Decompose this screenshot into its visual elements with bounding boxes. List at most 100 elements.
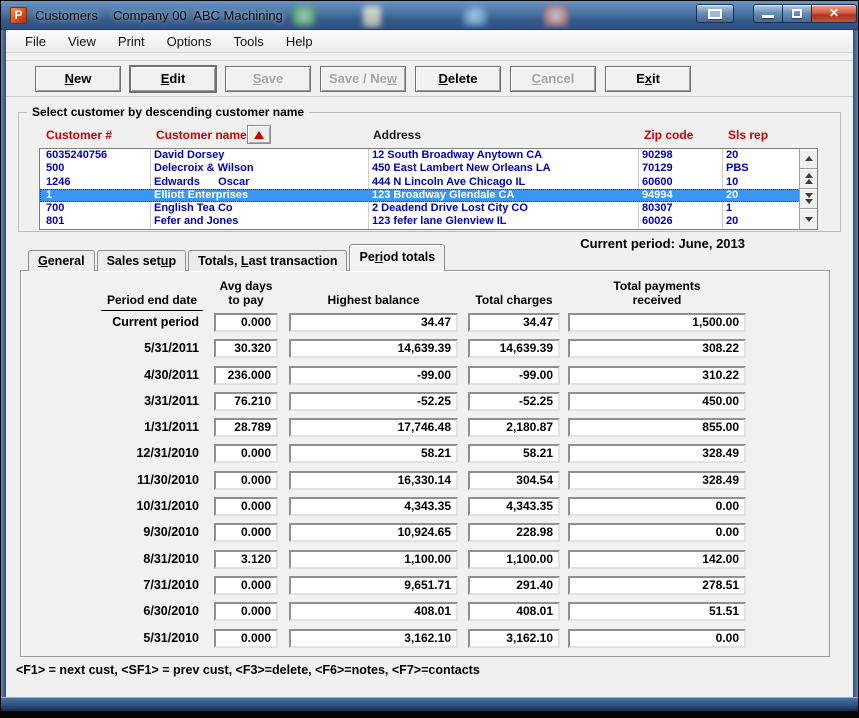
table-row[interactable]: 700English Tea Co 2 Deadend Drive Lost C… — [40, 202, 800, 215]
period-row: 3/31/2011 76.210 -52.25 -52.25 450.00 — [21, 392, 831, 418]
highest-balance-field[interactable]: 408.01 — [289, 602, 458, 621]
column-header-sls-rep[interactable]: Sls rep — [728, 128, 768, 142]
highest-balance-field[interactable]: 14,639.39 — [289, 339, 458, 358]
avg-days-field[interactable]: 0.000 — [214, 497, 278, 516]
total-payments-field[interactable]: 310.22 — [568, 366, 746, 385]
total-charges-field[interactable]: 34.47 — [468, 313, 560, 332]
total-charges-field[interactable]: 304.54 — [468, 471, 560, 490]
avg-days-field[interactable]: 0.000 — [214, 444, 278, 463]
avg-days-field[interactable]: 0.000 — [214, 471, 278, 490]
highest-balance-field[interactable]: 34.47 — [289, 313, 458, 332]
minimize-button[interactable] — [753, 4, 783, 23]
total-payments-field[interactable]: 328.49 — [568, 444, 746, 463]
period-end-date: 3/31/2011 — [21, 392, 199, 411]
highest-balance-field[interactable]: 16,330.14 — [289, 471, 458, 490]
menu-bar: File View Print Options Tools Help — [6, 30, 853, 53]
total-payments-field[interactable]: 142.00 — [568, 550, 746, 569]
header-total-charges: Total charges — [454, 293, 574, 307]
highest-balance-field[interactable]: -52.25 — [289, 392, 458, 411]
double-down-arrow-icon — [805, 193, 813, 198]
scroll-down-button[interactable] — [800, 209, 817, 229]
menu-help[interactable]: Help — [275, 31, 324, 52]
scroll-page-down-button[interactable] — [800, 189, 817, 209]
tab-general[interactable]: General — [28, 250, 95, 271]
avg-days-field[interactable]: 76.210 — [214, 392, 278, 411]
edit-button[interactable]: Edit — [130, 66, 216, 92]
highest-balance-field[interactable]: 9,651.71 — [289, 576, 458, 595]
table-row[interactable]: 500Delecroix & Wilson 450 East Lambert N… — [40, 162, 800, 175]
highest-balance-field[interactable]: -99.00 — [289, 366, 458, 385]
scroll-up-button[interactable] — [800, 149, 817, 169]
tab-period-totals[interactable]: Period totals — [349, 244, 445, 271]
highest-balance-field[interactable]: 4,343.35 — [289, 497, 458, 516]
total-charges-field[interactable]: 228.98 — [468, 523, 560, 542]
total-payments-field[interactable]: 308.22 — [568, 339, 746, 358]
column-header-customer-number[interactable]: Customer # — [46, 128, 112, 142]
avg-days-field[interactable]: 0.000 — [214, 313, 278, 332]
table-row-selected[interactable]: 1Elliott Enterprises 123 Broadway Glenda… — [40, 189, 800, 202]
column-header-customer-name[interactable]: Customer name — [156, 128, 247, 142]
customer-table: 6035240756David Dorsey 12 South Broadway… — [39, 148, 818, 230]
avg-days-field[interactable]: 3.120 — [214, 550, 278, 569]
menu-view[interactable]: View — [57, 31, 107, 52]
save-new-button[interactable]: Save / New — [320, 66, 406, 92]
exit-button[interactable]: Exit — [605, 66, 691, 92]
tab-totals-last-transaction[interactable]: Totals, Last transaction — [188, 250, 347, 271]
menu-file[interactable]: File — [14, 31, 57, 52]
menu-options[interactable]: Options — [156, 31, 223, 52]
cancel-button[interactable]: Cancel — [510, 66, 596, 92]
total-charges-field[interactable]: 4,343.35 — [468, 497, 560, 516]
avg-days-field[interactable]: 0.000 — [214, 629, 278, 648]
total-payments-field[interactable]: 0.00 — [568, 629, 746, 648]
window-aux-button[interactable] — [696, 4, 734, 23]
table-row[interactable]: 1246Edwards Oscar 444 N Lincoln Ave Chic… — [40, 176, 800, 189]
total-payments-field[interactable]: 0.00 — [568, 497, 746, 516]
menu-print[interactable]: Print — [107, 31, 156, 52]
total-charges-field[interactable]: 1,100.00 — [468, 550, 560, 569]
tab-sales-setup[interactable]: Sales setup — [97, 250, 187, 271]
menu-tools[interactable]: Tools — [222, 31, 274, 52]
close-button[interactable]: ✕ — [811, 4, 857, 23]
desktop-blob-icon — [544, 6, 568, 26]
monitor-icon — [708, 9, 722, 19]
column-header-zip[interactable]: Zip code — [644, 128, 693, 142]
total-payments-field[interactable]: 51.51 — [568, 602, 746, 621]
table-row[interactable]: 801Fefer and Jones 123 fefer lane Glenvi… — [40, 215, 800, 228]
window-company-title: Company 00 ABC Machining — [113, 8, 283, 23]
total-charges-field[interactable]: 58.21 — [468, 444, 560, 463]
total-charges-field[interactable]: -99.00 — [468, 366, 560, 385]
total-charges-field[interactable]: 291.40 — [468, 576, 560, 595]
maximize-button[interactable] — [782, 4, 812, 23]
avg-days-field[interactable]: 0.000 — [214, 576, 278, 595]
total-payments-field[interactable]: 1,500.00 — [568, 313, 746, 332]
highest-balance-field[interactable]: 1,100.00 — [289, 550, 458, 569]
delete-button[interactable]: Delete — [415, 66, 501, 92]
period-grid: Current period 0.000 34.47 34.47 1,500.0… — [21, 313, 831, 655]
avg-days-field[interactable]: 28.789 — [214, 418, 278, 437]
total-payments-field[interactable]: 278.51 — [568, 576, 746, 595]
avg-days-field[interactable]: 236.000 — [214, 366, 278, 385]
avg-days-field[interactable]: 0.000 — [214, 523, 278, 542]
total-payments-field[interactable]: 855.00 — [568, 418, 746, 437]
total-charges-field[interactable]: 14,639.39 — [468, 339, 560, 358]
total-payments-field[interactable]: 0.00 — [568, 523, 746, 542]
highest-balance-field[interactable]: 10,924.65 — [289, 523, 458, 542]
new-button[interactable]: New — [35, 66, 121, 92]
sort-button[interactable] — [247, 125, 271, 144]
total-charges-field[interactable]: 2,180.87 — [468, 418, 560, 437]
total-payments-field[interactable]: 450.00 — [568, 392, 746, 411]
total-payments-field[interactable]: 328.49 — [568, 471, 746, 490]
total-charges-field[interactable]: 3,162.10 — [468, 629, 560, 648]
total-charges-field[interactable]: -52.25 — [468, 392, 560, 411]
save-button[interactable]: Save — [225, 66, 311, 92]
period-row: 12/31/2010 0.000 58.21 58.21 328.49 — [21, 444, 831, 470]
avg-days-field[interactable]: 0.000 — [214, 602, 278, 621]
table-row[interactable]: 6035240756David Dorsey 12 South Broadway… — [40, 149, 800, 162]
highest-balance-field[interactable]: 58.21 — [289, 444, 458, 463]
scroll-page-up-button[interactable] — [800, 169, 817, 189]
highest-balance-field[interactable]: 17,746.48 — [289, 418, 458, 437]
total-charges-field[interactable]: 408.01 — [468, 602, 560, 621]
period-end-date: 4/30/2011 — [21, 366, 199, 385]
highest-balance-field[interactable]: 3,162.10 — [289, 629, 458, 648]
avg-days-field[interactable]: 30.320 — [214, 339, 278, 358]
